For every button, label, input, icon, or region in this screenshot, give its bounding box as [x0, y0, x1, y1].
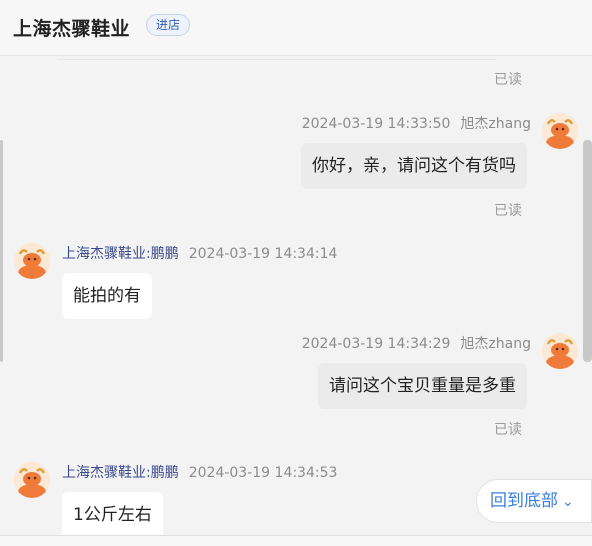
message-meta: 2024-03-19 14:33:50 旭杰zhang — [299, 113, 531, 133]
left-scroll-indicator — [0, 140, 3, 362]
message-sender: 上海杰骤鞋业:鹏鹏 — [62, 465, 179, 481]
bull-avatar-icon — [542, 113, 578, 149]
enter-shop-button[interactable]: 进店 — [146, 14, 191, 36]
message-bubble: 1公斤左右 — [62, 492, 163, 535]
read-status: 已读 — [494, 422, 522, 438]
message-meta: 上海杰骤鞋业:鹏鹏 2024-03-19 14:34:53 — [62, 462, 337, 482]
message-time: 2024-03-19 14:34:29 — [301, 336, 451, 352]
bull-avatar-icon — [14, 243, 50, 279]
message-meta: 上海杰骤鞋业:鹏鹏 2024-03-19 14:34:14 — [62, 243, 337, 263]
chat-header: 上海杰骤鞋业 进店 — [0, 0, 592, 56]
shop-name: 上海杰骤鞋业 — [13, 18, 131, 40]
message-meta: 2024-03-19 14:34:29 旭杰zhang — [299, 333, 531, 353]
message-bubble: 你好，亲，请问这个有货吗 — [301, 143, 527, 189]
bull-avatar-icon — [14, 462, 50, 498]
message-time: 2024-03-19 14:33:50 — [301, 116, 451, 132]
read-status: 已读 — [494, 203, 522, 219]
user-avatar[interactable] — [542, 113, 578, 149]
scrollbar-thumb[interactable] — [583, 140, 592, 362]
shop-avatar[interactable] — [14, 243, 50, 279]
chevron-down-icon: ⌄ — [562, 494, 574, 510]
message-sender: 旭杰zhang — [460, 336, 531, 352]
message-time: 2024-03-19 14:34:14 — [188, 246, 338, 262]
message-sender: 旭杰zhang — [460, 116, 531, 132]
bull-avatar-icon — [542, 333, 578, 369]
read-status: 已读 — [494, 72, 522, 88]
message-bubble: 能拍的有 — [62, 273, 152, 319]
shop-avatar[interactable] — [14, 462, 50, 498]
back-to-bottom-label: 回到底部 — [490, 491, 558, 511]
divider — [58, 59, 496, 60]
message-time: 2024-03-19 14:34:53 — [188, 465, 338, 481]
user-avatar[interactable] — [542, 333, 578, 369]
back-to-bottom-button[interactable]: 回到底部 ⌄ — [476, 479, 592, 523]
message-bubble: 请问这个宝贝重量是多重 — [318, 363, 527, 409]
input-area[interactable] — [0, 536, 592, 546]
message-sender: 上海杰骤鞋业:鹏鹏 — [62, 246, 179, 262]
